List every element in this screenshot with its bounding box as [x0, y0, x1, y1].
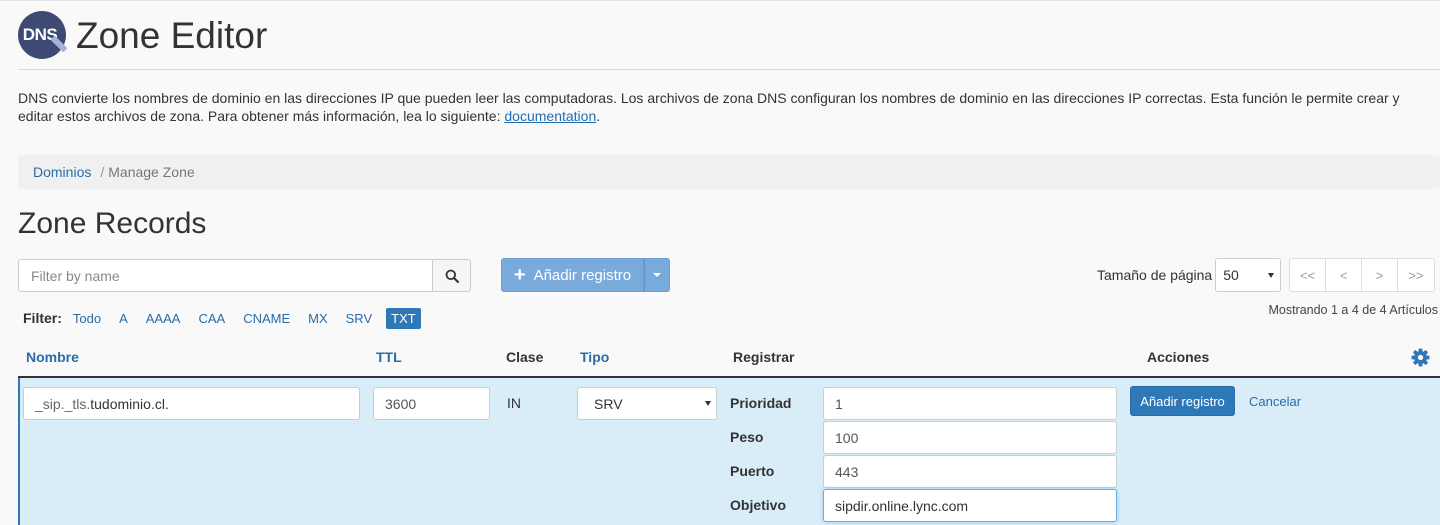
- filter-srv[interactable]: SRV: [346, 311, 373, 326]
- page-size-control: Tamaño de página 50: [1097, 258, 1282, 292]
- objetivo-input[interactable]: sipdir.online.lync.com: [823, 489, 1117, 522]
- last-page-button[interactable]: >>: [1397, 258, 1435, 292]
- record-name-domain: tudominio.cl.: [90, 395, 169, 412]
- prioridad-label: Prioridad: [730, 395, 792, 411]
- header-divider: [18, 69, 1440, 70]
- page-size-label: Tamaño de página: [1097, 267, 1213, 283]
- first-page-button[interactable]: <<: [1289, 258, 1326, 292]
- filter-txt[interactable]: TXT: [386, 307, 421, 329]
- objetivo-label: Objetivo: [730, 497, 787, 513]
- section-title: Zone Records: [18, 207, 207, 240]
- breadcrumb-current: Manage Zone: [108, 164, 195, 180]
- page-size-select[interactable]: 50: [1215, 258, 1282, 292]
- filter-caa[interactable]: CAA: [198, 311, 225, 326]
- description-end: .: [596, 108, 601, 124]
- column-header-tipo[interactable]: Tipo: [580, 349, 609, 365]
- next-page-button[interactable]: >: [1361, 258, 1398, 292]
- showing-count: Mostrando 1 a 4 de 4 Artículos: [1268, 303, 1438, 317]
- dns-logo-icon: DNS: [18, 11, 68, 59]
- filter-cname[interactable]: CNAME: [243, 311, 290, 326]
- save-record-button[interactable]: Añadir registro: [1130, 386, 1235, 416]
- column-header-clase: Clase: [506, 349, 544, 365]
- filter-label: Filter:: [23, 310, 62, 326]
- filter-aaaa[interactable]: AAAA: [146, 311, 181, 326]
- column-header-acciones: Acciones: [1147, 349, 1210, 365]
- record-class: IN: [507, 395, 521, 411]
- chevron-down-icon: [1268, 273, 1275, 278]
- filter-bar: Filter: Todo A AAAA CAA CNAME MX SRV TXT: [23, 307, 421, 329]
- add-record-group: + Añadir registro: [501, 258, 670, 292]
- puerto-label: Puerto: [730, 463, 775, 479]
- add-record-label: Añadir registro: [533, 266, 632, 284]
- breadcrumb-dominios[interactable]: Dominios: [33, 164, 91, 180]
- gear-icon[interactable]: [1411, 348, 1430, 367]
- column-header-registrar: Registrar: [733, 349, 795, 365]
- cancel-link[interactable]: Cancelar: [1249, 394, 1301, 409]
- peso-input[interactable]: 100: [823, 421, 1117, 454]
- pagination: << < > >>: [1289, 258, 1435, 292]
- plus-icon: +: [513, 264, 526, 286]
- page-description: DNS convierte los nombres de dominio en …: [18, 89, 1428, 125]
- record-name-prefix: _sip._tls.: [35, 395, 91, 412]
- chevron-down-icon: [653, 273, 661, 277]
- breadcrumb: Dominios / Manage Zone: [18, 155, 1440, 189]
- search-button[interactable]: [432, 259, 471, 292]
- prioridad-input[interactable]: 1: [823, 387, 1117, 420]
- column-header-nombre[interactable]: Nombre: [26, 349, 79, 365]
- search-group: [18, 259, 471, 292]
- prev-page-button[interactable]: <: [1325, 258, 1362, 292]
- page-header: DNS Zone Editor: [18, 10, 267, 60]
- documentation-link[interactable]: documentation: [504, 108, 596, 124]
- add-record-button[interactable]: + Añadir registro: [501, 258, 644, 292]
- column-header-ttl[interactable]: TTL: [376, 349, 402, 365]
- filter-todo[interactable]: Todo: [73, 311, 101, 326]
- ttl-input[interactable]: 3600: [373, 387, 490, 420]
- record-type-value: SRV: [594, 395, 623, 412]
- filter-a[interactable]: A: [119, 311, 128, 326]
- chevron-down-icon: [705, 401, 711, 406]
- breadcrumb-separator: /: [100, 164, 105, 180]
- search-icon: [445, 269, 459, 283]
- record-type-select[interactable]: SRV: [577, 387, 717, 420]
- record-name-input[interactable]: _sip._tls. tudominio.cl.: [23, 387, 360, 420]
- description-text: DNS convierte los nombres de dominio en …: [18, 90, 1400, 124]
- add-record-dropdown-toggle[interactable]: [644, 258, 670, 292]
- top-border: [0, 0, 1440, 1]
- search-input[interactable]: [18, 259, 432, 292]
- filter-mx[interactable]: MX: [308, 311, 328, 326]
- puerto-input[interactable]: 443: [823, 455, 1117, 488]
- peso-label: Peso: [730, 429, 764, 445]
- page-title: Zone Editor: [76, 14, 268, 56]
- page-size-value: 50: [1223, 267, 1239, 283]
